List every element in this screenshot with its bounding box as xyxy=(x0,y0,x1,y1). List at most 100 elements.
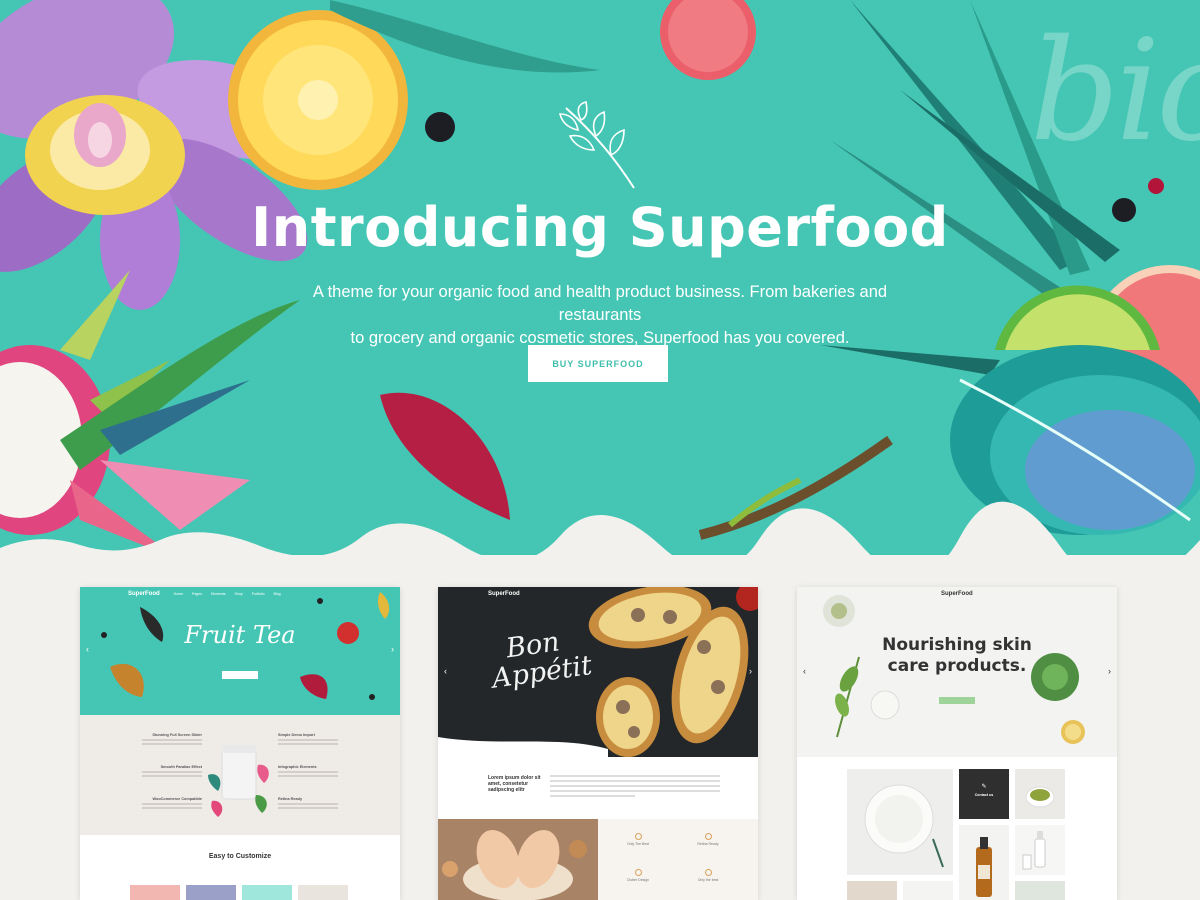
feature-item: WooCommerce Compatible xyxy=(142,797,202,811)
product-tile[interactable] xyxy=(847,881,897,900)
nav-item[interactable]: Shop xyxy=(235,592,243,596)
pineapple-slice-image xyxy=(228,10,408,190)
product-tile[interactable] xyxy=(959,825,1009,900)
dough-image xyxy=(438,819,598,900)
grapefruit-image xyxy=(1090,265,1200,425)
hero-subtitle-line-1: A theme for your organic food and health… xyxy=(312,283,888,324)
bon-appetit-intro: Lorem ipsum dolor sit amet, consetetur s… xyxy=(438,757,758,819)
feature-item: Only The Best xyxy=(618,833,658,846)
feature-icon xyxy=(704,869,712,876)
chevron-right-icon[interactable]: › xyxy=(749,667,752,676)
skin-care-hero: SuperFood Nourishing skin care products.… xyxy=(797,587,1117,757)
preview-card-bon-appetit[interactable]: SuperFood Bon Appétit ‹ › Lorem ipsum do… xyxy=(438,587,758,900)
intro-text xyxy=(550,775,720,800)
feature-item: Only the best xyxy=(688,869,728,882)
bon-appetit-hero: SuperFood Bon Appétit ‹ › xyxy=(438,587,758,757)
tropical-leaf-image xyxy=(950,345,1200,535)
product-tile[interactable] xyxy=(847,769,953,875)
nav-item[interactable]: Portfolio xyxy=(252,592,265,596)
skin-care-nav: SuperFood xyxy=(797,587,1117,601)
contact-label: Contact us xyxy=(974,793,994,797)
fruit-tea-button[interactable] xyxy=(222,671,258,679)
product-grid: ✎ Contact us xyxy=(797,757,1117,900)
bio-watermark: bio xyxy=(1030,10,1200,173)
feature-title: WooCommerce Compatible xyxy=(152,797,202,801)
feature-icon xyxy=(704,833,712,840)
fruit-tea-title: Fruit Tea xyxy=(184,621,296,649)
feature-item: Retina Ready xyxy=(688,833,728,846)
chevron-left-icon[interactable]: ‹ xyxy=(86,645,89,654)
feature-icon xyxy=(634,869,642,876)
bruschetta-image xyxy=(438,587,758,757)
skin-care-button[interactable] xyxy=(939,697,975,704)
contact-tile[interactable]: ✎ Contact us xyxy=(959,769,1009,819)
nav-item[interactable]: Pages xyxy=(192,592,202,596)
fruit-tea-nav: SuperFood Home Pages Elements Shop Portf… xyxy=(80,587,400,601)
feature-title: Infographic Elements xyxy=(278,765,317,769)
feature-title: Smooth Parallax Effect xyxy=(160,765,202,769)
hero-section: bio Introducing Superfood A theme for yo… xyxy=(0,0,1200,555)
chevron-left-icon[interactable]: ‹ xyxy=(803,667,806,676)
demo-thumbnail[interactable] xyxy=(130,885,180,900)
intro-heading: Lorem ipsum dolor sit amet, consetetur s… xyxy=(488,775,541,793)
product-tile[interactable] xyxy=(1015,881,1065,900)
fruit-tea-hero: SuperFood Home Pages Elements Shop Portf… xyxy=(80,587,400,715)
lychee-image xyxy=(660,0,756,80)
feature-item: Stunning Full Screen Slider xyxy=(142,733,202,747)
leaf-image xyxy=(330,0,600,73)
hero-subtitle: A theme for your organic food and health… xyxy=(270,281,930,350)
leaf-sprig-icon xyxy=(558,101,635,189)
preview-card-skin-care[interactable]: SuperFood Nourishing skin care products.… xyxy=(797,587,1117,900)
title-line-2: care products. xyxy=(887,656,1027,676)
dragon-fruit-image xyxy=(0,270,250,555)
buy-superfood-button[interactable]: BUY SUPERFOOD xyxy=(528,345,668,382)
skin-care-title: Nourishing skin care products. xyxy=(869,635,1045,677)
feature-title: Stunning Full Screen Slider xyxy=(152,733,202,737)
chevron-left-icon[interactable]: ‹ xyxy=(444,667,447,676)
fruit-tea-logo: SuperFood xyxy=(128,591,160,597)
green-leaf-image xyxy=(60,300,300,470)
red-leaf-image xyxy=(380,392,510,520)
customize-section: Easy to Customize xyxy=(80,835,400,900)
feature-label: Only the best xyxy=(697,878,719,882)
nav-item[interactable]: Home xyxy=(174,592,183,596)
blackberry-image xyxy=(425,112,455,142)
product-tile[interactable] xyxy=(903,881,953,900)
demo-thumbnail[interactable] xyxy=(298,885,348,900)
feature-title: Simple Demo Import xyxy=(278,733,315,737)
twig-image xyxy=(698,435,893,540)
feature-item: Simple Demo Import xyxy=(278,733,338,747)
feature-item: Retina Ready xyxy=(278,797,338,811)
lime-image xyxy=(995,285,1160,350)
bon-appetit-logo: SuperFood xyxy=(488,591,520,597)
feature-label: Clutter Design xyxy=(626,878,650,882)
chevron-right-icon[interactable]: › xyxy=(391,645,394,654)
contact-icon: ✎ xyxy=(981,784,987,790)
fruit-tea-features: Stunning Full Screen Slider Simple Demo … xyxy=(80,715,400,835)
feature-item: Infographic Elements xyxy=(278,765,338,779)
product-tile[interactable] xyxy=(1015,769,1065,819)
orchid-flower-image xyxy=(0,0,323,310)
skin-care-logo: SuperFood xyxy=(941,591,973,597)
nav-item[interactable]: Elements xyxy=(211,592,226,596)
preview-card-fruit-tea[interactable]: SuperFood Home Pages Elements Shop Portf… xyxy=(80,587,400,900)
feature-label: Retina Ready xyxy=(697,842,719,846)
hero-title: Introducing Superfood xyxy=(251,196,949,259)
bon-appetit-nav: SuperFood xyxy=(438,587,758,601)
feature-icon xyxy=(634,833,642,840)
feature-item: Smooth Parallax Effect xyxy=(142,765,202,779)
tea-tin-image xyxy=(208,745,269,817)
bon-appetit-features: Only The Best Retina Ready Clutter Desig… xyxy=(598,819,758,900)
title-line-1: Nourishing skin xyxy=(882,635,1032,655)
customize-title: Easy to Customize xyxy=(208,853,272,860)
feature-label: Only The Best xyxy=(626,842,650,846)
nav-item[interactable]: Blog xyxy=(274,592,281,596)
demo-thumbnail[interactable] xyxy=(186,885,236,900)
feature-item: Clutter Design xyxy=(618,869,658,882)
product-tile[interactable] xyxy=(1015,825,1065,875)
hero-decor xyxy=(0,0,1200,555)
fruit-tea-decor xyxy=(101,592,390,700)
chevron-right-icon[interactable]: › xyxy=(1108,667,1111,676)
feature-title: Retina Ready xyxy=(278,797,303,801)
demo-thumbnail[interactable] xyxy=(242,885,292,900)
